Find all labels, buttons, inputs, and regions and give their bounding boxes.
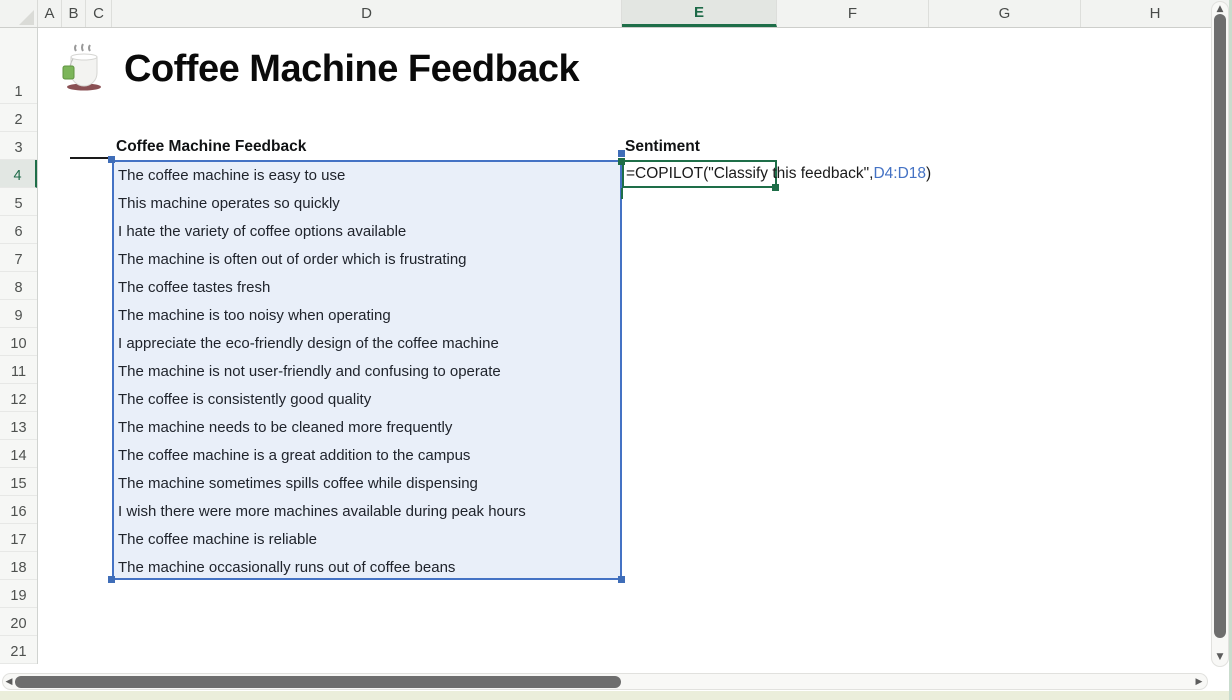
cell-border-mark <box>70 157 111 159</box>
select-all-triangle-icon <box>19 10 34 25</box>
vertical-scrollbar-thumb[interactable] <box>1214 14 1226 638</box>
scroll-right-icon[interactable]: ▶ <box>1192 675 1206 689</box>
feedback-cell[interactable]: The machine is often out of order which … <box>114 246 620 274</box>
column-header-g[interactable]: G <box>929 0 1081 27</box>
feedback-cell[interactable]: The machine is not user-friendly and con… <box>114 358 620 386</box>
formula-suffix: ) <box>926 165 931 182</box>
feedback-cell[interactable]: This machine operates so quickly <box>114 190 620 218</box>
horizontal-scrollbar-thumb[interactable] <box>15 676 621 688</box>
teacup-icon <box>60 42 108 92</box>
row-header-6[interactable]: 6 <box>0 216 37 244</box>
feedback-cell[interactable]: I wish there were more machines availabl… <box>114 498 620 526</box>
row-header-7[interactable]: 7 <box>0 244 37 272</box>
feedback-cell[interactable]: The coffee machine is reliable <box>114 526 620 554</box>
column-header-b[interactable]: B <box>62 0 86 27</box>
feedback-cell[interactable]: The coffee machine is a great addition t… <box>114 442 620 470</box>
column-header-f[interactable]: F <box>777 0 929 27</box>
feedback-cell[interactable]: The coffee is consistently good quality <box>114 386 620 414</box>
feedback-cell[interactable]: The machine needs to be cleaned more fre… <box>114 414 620 442</box>
edit-cell-border-tail <box>621 188 623 199</box>
row-header-9[interactable]: 9 <box>0 300 37 328</box>
select-all-button[interactable] <box>0 0 38 27</box>
column-header-d[interactable]: D <box>112 0 622 27</box>
row-header-10[interactable]: 10 <box>0 328 37 356</box>
feedback-column-header[interactable]: Coffee Machine Feedback <box>116 132 306 160</box>
row-header-2[interactable]: 2 <box>0 104 37 132</box>
feedback-cell[interactable]: I appreciate the eco-friendly design of … <box>114 330 620 358</box>
row-header-15[interactable]: 15 <box>0 468 37 496</box>
window-bottom-edge <box>0 691 1232 700</box>
row-header-13[interactable]: 13 <box>0 412 37 440</box>
row-header-3[interactable]: 3 <box>0 132 37 160</box>
row-header-21[interactable]: 21 <box>0 636 37 664</box>
row-header-18[interactable]: 18 <box>0 552 37 580</box>
row-header-4-selected[interactable]: 4 <box>0 160 37 188</box>
row-header-14[interactable]: 14 <box>0 440 37 468</box>
scroll-down-icon[interactable]: ▼ <box>1213 650 1227 664</box>
referenced-range-d4-d18[interactable]: The coffee machine is easy to use This m… <box>112 160 622 580</box>
column-header-e-selected[interactable]: E <box>622 0 777 27</box>
page-title: Coffee Machine Feedback <box>124 48 579 91</box>
scroll-left-icon[interactable]: ◀ <box>2 675 16 689</box>
feedback-cell[interactable]: The machine sometimes spills coffee whil… <box>114 470 620 498</box>
column-header-c[interactable]: C <box>86 0 112 27</box>
sentiment-column-header[interactable]: Sentiment <box>625 132 700 160</box>
formula-text[interactable]: =COPILOT("Classify this feedback",D4:D18… <box>626 160 931 188</box>
range-handle-top-left[interactable] <box>108 156 115 163</box>
column-header-h[interactable]: H <box>1081 0 1230 27</box>
column-header-a[interactable]: A <box>38 0 62 27</box>
range-handle-bottom-right[interactable] <box>618 576 625 583</box>
formula-prefix: =COPILOT("Classify this feedback", <box>626 165 873 182</box>
row-header-band: 1 2 3 4 5 6 7 8 9 10 11 12 13 14 15 16 1… <box>0 28 38 664</box>
row-header-12[interactable]: 12 <box>0 384 37 412</box>
range-handle-bottom-left[interactable] <box>108 576 115 583</box>
spreadsheet-window: A B C D E F G H 1 2 3 4 5 6 7 8 9 10 11 … <box>0 0 1232 700</box>
row-header-5[interactable]: 5 <box>0 188 37 216</box>
row-header-8[interactable]: 8 <box>0 272 37 300</box>
row-header-17[interactable]: 17 <box>0 524 37 552</box>
row-header-16[interactable]: 16 <box>0 496 37 524</box>
row-header-19[interactable]: 19 <box>0 580 37 608</box>
column-header-band: A B C D E F G H <box>0 0 1232 28</box>
formula-range-reference: D4:D18 <box>873 165 926 182</box>
row-header-1[interactable]: 1 <box>0 28 37 104</box>
feedback-cell[interactable]: The coffee tastes fresh <box>114 274 620 302</box>
scroll-up-icon[interactable]: ▲ <box>1213 2 1227 16</box>
edit-cell-handle-top-left[interactable] <box>618 158 625 165</box>
row-header-20[interactable]: 20 <box>0 608 37 636</box>
row-header-11[interactable]: 11 <box>0 356 37 384</box>
feedback-cell[interactable]: The machine occasionally runs out of cof… <box>114 554 620 582</box>
feedback-cell[interactable]: I hate the variety of coffee options ava… <box>114 218 620 246</box>
feedback-cell[interactable]: The machine is too noisy when operating <box>114 302 620 330</box>
feedback-cell[interactable]: The coffee machine is easy to use <box>114 162 620 190</box>
range-handle-top-right[interactable] <box>618 150 625 157</box>
